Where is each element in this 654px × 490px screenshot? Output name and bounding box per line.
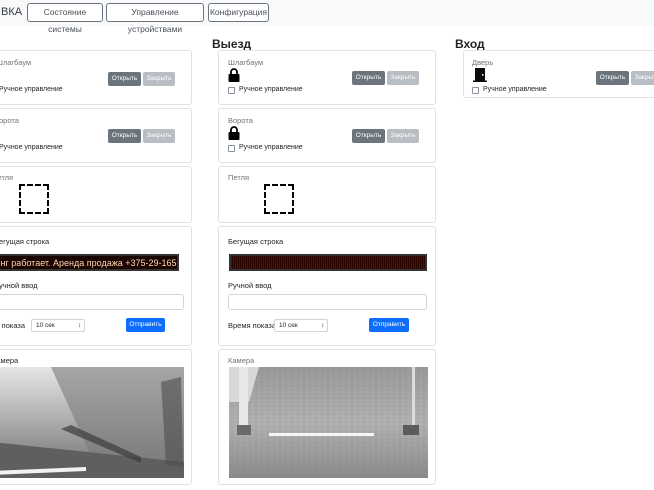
exit-camera-feed xyxy=(229,367,428,478)
exit-barrier-manual-checkbox[interactable] xyxy=(228,87,235,94)
device-management-button[interactable]: Управление устройствами xyxy=(106,3,204,34)
entry-ticker-card: Бегущая строка Паркинг работает. Аренда … xyxy=(0,226,192,346)
exit-barrier-card: Шлагбаум Открыть Закрыть Ручное управлен… xyxy=(218,50,436,105)
entry-ticker-display: Паркинг работает. Аренда продажа +375-29… xyxy=(0,254,179,271)
exit-barrier-open-button[interactable]: Открыть xyxy=(352,71,385,85)
door-manual-label: Ручное управление xyxy=(483,86,547,93)
entry-barrier-title: Шлагбаум xyxy=(0,58,32,67)
entry-barrier-open-button[interactable]: Открыть xyxy=(108,72,141,86)
exit-camera-title: Камера xyxy=(228,356,255,365)
exit-loop-title: Петля xyxy=(228,173,250,182)
entry-gate-manual-label: Ручное управление xyxy=(0,144,63,151)
exit-loop-card: Петля xyxy=(218,166,436,223)
entry-camera-card: Камера xyxy=(0,349,192,485)
exit-camera-card: Камера xyxy=(218,349,436,485)
entry-loop-title: Петля xyxy=(0,173,14,182)
door-open-button[interactable]: Открыть xyxy=(596,71,629,85)
entry-loop-card: Петля xyxy=(0,166,192,223)
brand-title: ВКА xyxy=(1,6,23,18)
door-close-button[interactable]: Закрыть xyxy=(631,71,654,85)
entry-display-time-value: 10 сек xyxy=(36,322,55,329)
exit-ticker-card: Бегущая строка Ручной ввод Время показа … xyxy=(218,226,436,346)
exit-ticker-display xyxy=(229,254,427,271)
exit-gate-manual-checkbox[interactable] xyxy=(228,145,235,152)
entry-display-time-select[interactable]: 10 сек ↕ xyxy=(31,319,85,332)
system-status-button[interactable]: Состояние системы xyxy=(27,3,103,34)
exit-manual-input-title: Ручной ввод xyxy=(228,281,272,290)
exit-barrier-close-button[interactable]: Закрыть xyxy=(387,71,419,85)
entry-gate-open-button[interactable]: Открыть xyxy=(108,129,141,143)
entry-gate-close-button[interactable]: Закрыть xyxy=(143,129,175,143)
entry-barrier-card: Шлагбаум Открыть Закрыть Ручное управлен… xyxy=(0,50,192,105)
exit-manual-input-field[interactable] xyxy=(228,294,427,310)
door-title: Дверь xyxy=(472,58,494,67)
entry-display-time-label: Время показа xyxy=(0,321,26,330)
door-icon xyxy=(473,68,487,82)
entry-gate-card: Ворота Открыть Закрыть Ручное управление xyxy=(0,108,192,163)
exit-barrier-manual-label: Ручное управление xyxy=(239,86,303,93)
entry-camera-image xyxy=(0,367,184,478)
door-column-title: Вход xyxy=(455,37,485,51)
entry-send-button[interactable]: Отправить xyxy=(126,318,165,332)
top-navbar: ВКА Состояние системы Управление устройс… xyxy=(0,0,654,34)
exit-send-button[interactable]: Отправить xyxy=(369,318,409,332)
exit-gate-card: Ворота Открыть Закрыть Ручное управление xyxy=(218,108,436,163)
entry-ticker-text: Паркинг работает. Аренда продажа +375-29… xyxy=(0,258,179,268)
exit-gate-title: Ворота xyxy=(228,116,253,125)
lock-icon xyxy=(228,126,240,140)
entry-manual-input-title: Ручной ввод xyxy=(0,281,38,290)
exit-loop-icon xyxy=(264,184,294,214)
door-card: Дверь Открыть Закрыть Ручное управление xyxy=(463,50,654,98)
exit-camera-image xyxy=(229,367,428,478)
lock-icon xyxy=(228,68,240,82)
exit-gate-manual-label: Ручное управление xyxy=(239,144,303,151)
entry-manual-input-field[interactable] xyxy=(0,294,184,310)
exit-barrier-title: Шлагбаум xyxy=(228,58,264,67)
exit-gate-open-button[interactable]: Открыть xyxy=(352,129,385,143)
entry-barrier-manual-label: Ручное управление xyxy=(0,86,63,93)
entry-camera-feed xyxy=(0,367,184,478)
exit-ticker-led-matrix xyxy=(231,256,425,269)
door-manual-checkbox[interactable] xyxy=(472,87,479,94)
entry-barrier-close-button[interactable]: Закрыть xyxy=(143,72,175,86)
entry-camera-title: Камера xyxy=(0,356,19,365)
entry-gate-title: Ворота xyxy=(0,116,19,125)
exit-ticker-title: Бегущая строка xyxy=(228,237,284,246)
exit-display-time-value: 10 сек xyxy=(279,322,298,329)
entry-ticker-title: Бегущая строка xyxy=(0,237,50,246)
entry-loop-icon xyxy=(19,184,49,214)
exit-display-time-label: Время показа xyxy=(228,321,277,330)
updown-caret-icon: ↕ xyxy=(321,323,324,329)
exit-display-time-select[interactable]: 10 сек ↕ xyxy=(274,319,328,332)
configuration-button[interactable]: Конфигурация xyxy=(208,3,269,22)
exit-column-title: Выезд xyxy=(212,37,252,51)
updown-caret-icon: ↕ xyxy=(78,323,81,329)
exit-gate-close-button[interactable]: Закрыть xyxy=(387,129,419,143)
